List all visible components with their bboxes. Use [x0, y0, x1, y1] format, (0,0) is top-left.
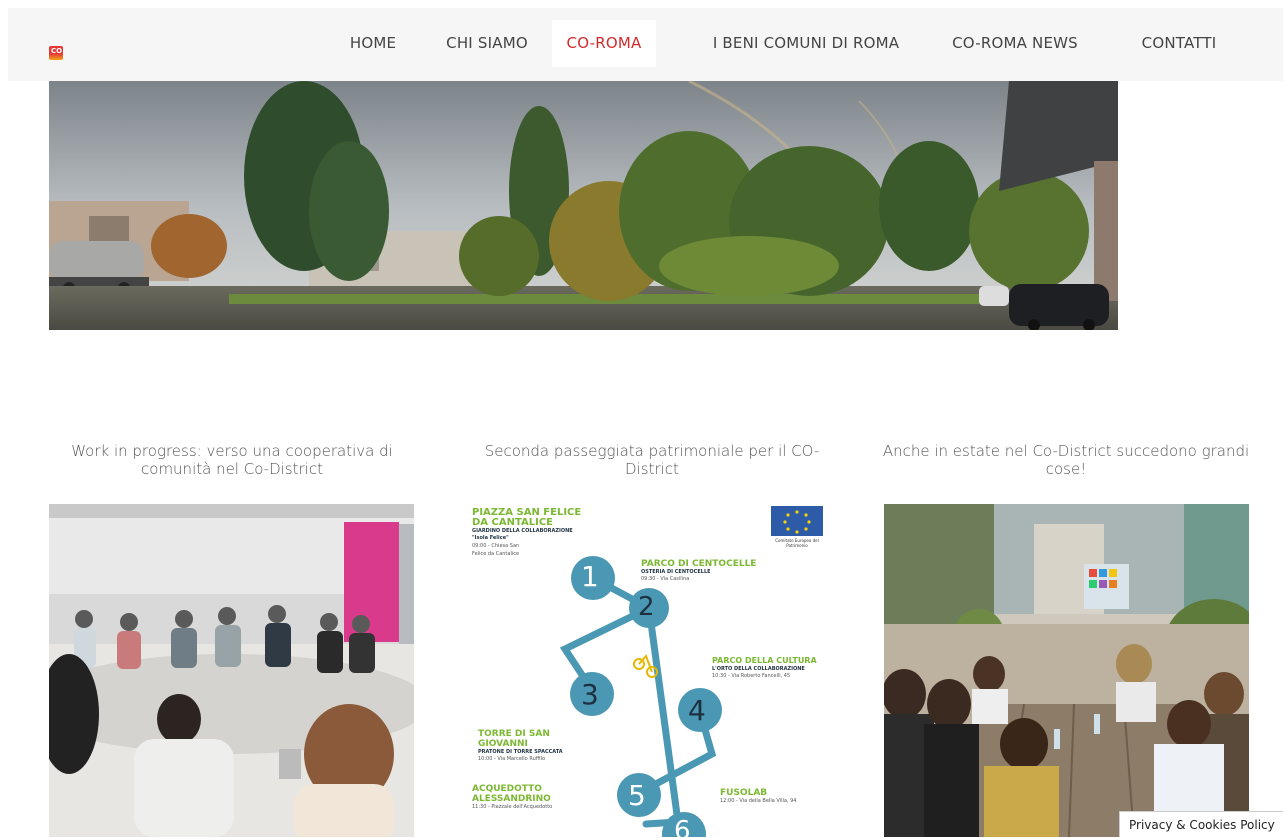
post-title-3[interactable]: Anche in estate nel Co-District succedon… [876, 442, 1256, 478]
stop-3-detail: 10:30 - Via Roberto Fancelli, 45 [712, 673, 791, 679]
top-strip [0, 0, 1283, 8]
stop-1-title: PIAZZA SAN FELICE DA CANTALICE [472, 507, 582, 528]
eu-caption: Comitato Europeo del Patrimonio [775, 538, 819, 548]
stop-number-3: 3 [581, 678, 599, 711]
nav-contatti[interactable]: CONTATTI [1124, 20, 1234, 67]
stop-6-detail: 12:00 - Via della Bella Villa, 94 [720, 798, 797, 804]
post-title-1[interactable]: Work in progress: verso una cooperativa … [42, 442, 422, 478]
stop-4-detail: 10:00 - Via Marcello Ruffilo [478, 756, 546, 762]
stop-number-5: 5 [628, 779, 646, 812]
stop-5-detail: 11:30 - Piazzale dell'Acquedotto [472, 804, 553, 810]
stop-1-detail: 09:00 - Chiesa San Felice da Cantalice [472, 543, 520, 557]
post-thumbnail-walk-poster[interactable]: 1 2 3 4 5 6 Comitato Europeo del Patrimo… [466, 504, 831, 837]
main-navbar: CO HOME CHI SIAMO CO-ROMA I BENI COMUNI … [8, 8, 1283, 81]
stop-6-title: FUSOLAB [720, 788, 768, 798]
stop-2-title: PARCO DI CENTOCELLE [641, 559, 757, 569]
hero-panorama-image [49, 81, 1118, 330]
post-title-2[interactable]: Seconda passeggiata patrimoniale per il … [462, 442, 842, 478]
post-thumbnail-outdoor-photo[interactable] [884, 504, 1249, 837]
stop-3-subtitle: L'ORTO DELLA COLLABORAZIONE [712, 666, 805, 672]
privacy-cookies-button[interactable]: Privacy & Cookies Policy [1119, 811, 1283, 837]
nav-co-roma[interactable]: CO-ROMA [552, 20, 656, 67]
nav-home[interactable]: HOME [323, 20, 423, 67]
stop-3-title: PARCO DELLA CULTURA [712, 656, 817, 665]
stop-5: ACQUEDOTTO ALESSANDRINO 11:30 - Piazzale… [472, 784, 572, 811]
stop-6: FUSOLAB 12:00 - Via della Bella Villa, 9… [720, 788, 830, 805]
stop-4-subtitle: PRATONE DI TORRE SPACCATA [478, 749, 563, 755]
stop-5-title: ACQUEDOTTO ALESSANDRINO [472, 784, 551, 804]
stop-4: TORRE DI SAN GIOVANNI PRATONE DI TORRE S… [478, 729, 598, 763]
stop-number-2: 2 [638, 592, 655, 622]
stop-2-detail: 09:30 - Via Casilina [641, 576, 690, 582]
site-logo[interactable]: CO [49, 46, 63, 60]
stop-1-subtitle: GIARDINO DELLA COLLABORAZIONE "Isola Fel… [472, 528, 573, 541]
nav-co-roma-news[interactable]: CO-ROMA NEWS [940, 20, 1090, 67]
nav-beni-comuni[interactable]: I BENI COMUNI DI ROMA [700, 20, 912, 67]
stop-1: PIAZZA SAN FELICE DA CANTALICE GIARDINO … [472, 508, 582, 558]
post-thumbnail-meeting-photo[interactable] [49, 504, 414, 837]
stop-number-1: 1 [581, 560, 599, 593]
stop-2: PARCO DI CENTOCELLE OSTERIA DI CENTOCELL… [641, 559, 781, 583]
stop-3: PARCO DELLA CULTURA L'ORTO DELLA COLLABO… [712, 656, 830, 680]
logo-text: CO [51, 47, 63, 55]
nav-chi-siamo[interactable]: CHI SIAMO [429, 20, 545, 67]
stop-number-6: 6 [674, 816, 691, 837]
stop-4-title: TORRE DI SAN GIOVANNI [478, 729, 550, 749]
stop-number-4: 4 [688, 694, 706, 727]
stop-2-subtitle: OSTERIA DI CENTOCELLE [641, 569, 711, 575]
